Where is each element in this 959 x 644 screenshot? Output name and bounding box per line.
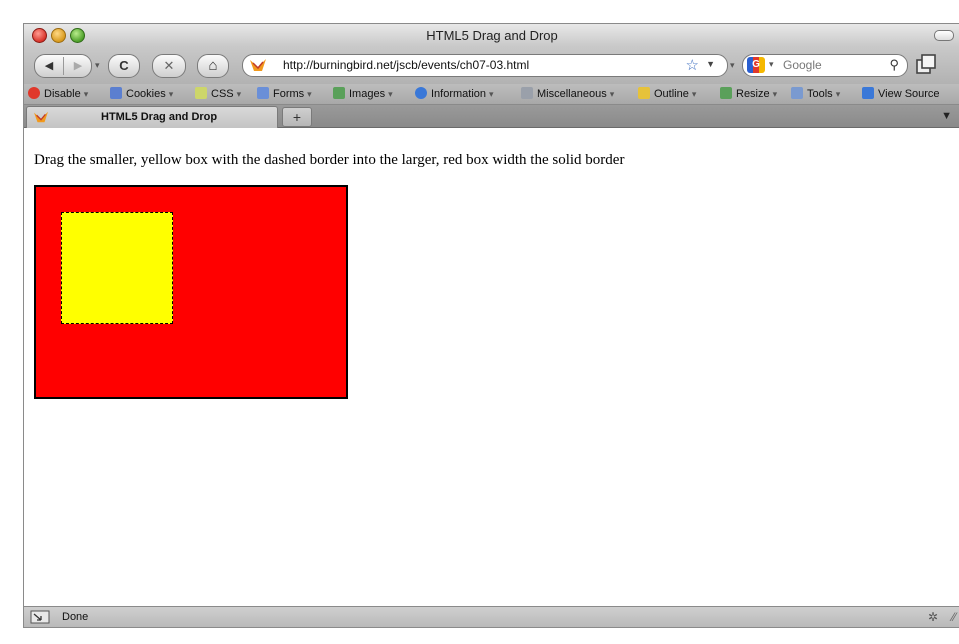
bookmark-label: Disable: [44, 88, 81, 100]
bookmark-label: Tools: [807, 88, 833, 100]
bookmark-label: Miscellaneous: [537, 88, 607, 100]
reload-button[interactable]: C: [108, 54, 140, 78]
draggable-box[interactable]: [61, 212, 173, 324]
history-dropdown-icon[interactable]: ▾: [95, 60, 100, 71]
bookmark-label: CSS: [211, 88, 234, 100]
bookmark-miscellaneous[interactable]: Miscellaneous ▾: [521, 87, 614, 101]
address-bar[interactable]: http://burningbird.net/jscb/events/ch07-…: [242, 54, 728, 77]
bookmark-label: View Source: [878, 88, 940, 100]
back-forward-control: ◀ ▶: [34, 54, 92, 78]
miscellaneous-icon: [521, 87, 533, 99]
bookmark-label: Images: [349, 88, 386, 100]
chevron-down-icon: ▾: [83, 89, 89, 99]
forward-button[interactable]: ▶: [64, 55, 92, 77]
bookmark-star-icon[interactable]: ☆: [686, 56, 699, 74]
site-favicon-icon: [250, 59, 266, 71]
url-dropdown-icon[interactable]: ▼: [706, 59, 715, 69]
information-icon: [415, 87, 427, 99]
bookmark-information[interactable]: Information ▾: [415, 87, 494, 101]
firebug-icon[interactable]: ✲: [928, 610, 938, 624]
tools-icon: [791, 87, 803, 99]
window-title: HTML5 Drag and Drop: [426, 28, 558, 43]
back-arrow-icon: ◀: [44, 60, 54, 72]
home-button[interactable]: ⌂: [197, 54, 229, 78]
chevron-down-icon: ▾: [168, 89, 174, 99]
bookmark-view-source[interactable]: View Source: [862, 87, 940, 101]
back-button[interactable]: ◀: [35, 55, 63, 77]
chevron-down-icon: ▾: [489, 89, 494, 99]
search-icon[interactable]: ⚲: [889, 57, 899, 73]
toolbar-toggle-button[interactable]: [934, 30, 954, 41]
resize-icon: [720, 87, 732, 99]
outline-icon: [638, 87, 650, 99]
bookmark-disable[interactable]: Disable ▾: [28, 87, 88, 101]
bookmark-css[interactable]: CSS ▾: [195, 87, 241, 101]
chevron-down-icon: ▾: [307, 89, 312, 99]
stop-icon: ✕: [163, 58, 175, 73]
view-source-icon: [862, 87, 874, 99]
title-bar: HTML5 Drag and Drop: [24, 24, 959, 46]
page-content: Drag the smaller, yellow box with the da…: [24, 128, 959, 606]
forms-icon: [257, 87, 269, 99]
chevron-down-icon: ▾: [609, 89, 615, 99]
browser-window: HTML5 Drag and Drop ◀ ▶ ▾ C ✕ ⌂ http://b…: [23, 23, 959, 628]
search-engine-dropdown-icon[interactable]: ▾: [769, 59, 774, 70]
bookmark-images[interactable]: Images ▾: [333, 87, 393, 101]
drop-target-box[interactable]: [34, 185, 348, 399]
bookmarks-toolbar: Disable ▾ Cookies ▾ CSS ▾ Forms ▾ Images ▾ In…: [24, 84, 959, 105]
tab-favicon-icon: [34, 111, 48, 123]
instruction-text: Drag the smaller, yellow box with the da…: [34, 152, 625, 168]
chevron-down-icon: ▾: [835, 89, 841, 99]
disable-icon: [28, 87, 40, 99]
reload-icon: C: [119, 58, 129, 73]
status-text: Done: [62, 611, 89, 623]
images-icon: [333, 87, 345, 99]
status-bar: Done ✲ ⁄⁄: [24, 606, 959, 627]
bookmark-cookies[interactable]: Cookies ▾: [110, 87, 173, 101]
bookmark-tools[interactable]: Tools ▾: [791, 87, 840, 101]
tab-list-icon[interactable]: ▼: [941, 110, 952, 122]
bookmark-forms[interactable]: Forms ▾: [257, 87, 312, 101]
tab-title: HTML5 Drag and Drop: [101, 111, 218, 123]
chevron-down-icon: ▾: [772, 89, 778, 99]
tab-overview-icon[interactable]: [914, 52, 938, 76]
bookmark-outline[interactable]: Outline ▾: [638, 87, 696, 101]
home-icon: ⌂: [208, 57, 218, 74]
url-text: http://burningbird.net/jscb/events/ch07-…: [283, 58, 530, 72]
search-engine-separator-icon: ▾: [730, 60, 735, 70]
cookies-icon: [110, 87, 122, 99]
search-box[interactable]: G ▾ Google ⚲: [742, 54, 908, 77]
bookmark-label: Cookies: [126, 88, 166, 100]
resize-grip-icon[interactable]: ⁄⁄: [952, 610, 956, 624]
css-icon: [195, 87, 207, 99]
tab-html5-drag-and-drop[interactable]: HTML5 Drag and Drop: [26, 106, 278, 128]
bookmark-label: Outline: [654, 88, 689, 100]
chevron-down-icon: ▾: [388, 89, 393, 99]
new-tab-button[interactable]: +: [282, 107, 312, 127]
status-indicator-icon: [30, 610, 50, 624]
bookmark-label: Forms: [273, 88, 305, 100]
navigation-toolbar: ◀ ▶ ▾ C ✕ ⌂ http://burningbird.net/jscb/…: [24, 46, 959, 84]
bookmark-label: Information: [431, 88, 487, 100]
tab-strip: HTML5 Drag and Drop + ▼: [24, 105, 959, 128]
chevron-down-icon: ▾: [691, 89, 697, 99]
google-search-engine-icon[interactable]: G: [747, 57, 765, 73]
search-input[interactable]: Google: [783, 58, 822, 72]
stop-button[interactable]: ✕: [152, 54, 186, 78]
chevron-down-icon: ▾: [236, 89, 242, 99]
bookmark-resize[interactable]: Resize ▾: [720, 87, 777, 101]
bookmark-label: Resize: [736, 88, 770, 100]
forward-arrow-icon: ▶: [73, 60, 83, 72]
